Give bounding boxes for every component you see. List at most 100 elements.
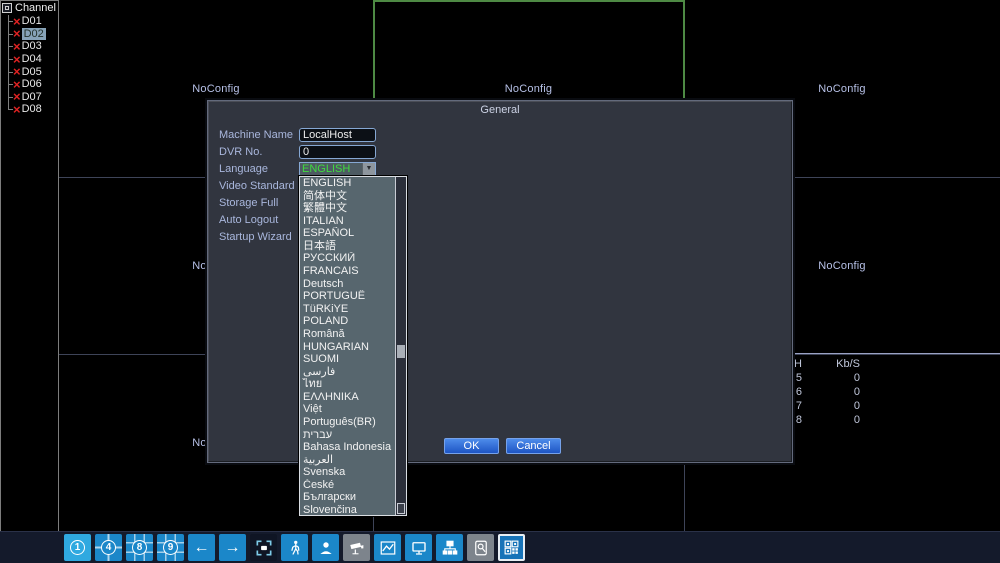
startup-wizard-label: Startup Wizard [219, 230, 292, 243]
view-4-button[interactable]: 4 [95, 534, 122, 561]
sidebar-item-d06[interactable]: × D06 [2, 78, 58, 91]
sidebar-item-d01[interactable]: × D01 [2, 15, 58, 28]
language-option[interactable]: עברית [300, 429, 395, 442]
channel-label: D04 [21, 53, 42, 66]
machine-name-label: Machine Name [219, 128, 293, 141]
language-option[interactable]: Български [300, 491, 395, 504]
prev-channel-button[interactable]: ← [188, 534, 215, 561]
view-9-icon: 9 [163, 540, 178, 555]
language-option[interactable]: ITALIAN [300, 215, 395, 228]
sidebar-item-d07[interactable]: × D07 [2, 89, 58, 105]
language-option[interactable]: ΕΛΛΗΝΙΚΑ [300, 391, 395, 404]
noconfig-label: NoConfig [504, 82, 553, 95]
channel-mosaic-button[interactable] [498, 534, 525, 561]
channel-tree: × D01 × D02 × D03 × D04 × D05 × D06 × D07 × D08 [2, 15, 58, 116]
language-option[interactable]: Việt [300, 403, 395, 416]
language-option[interactable]: SUOMI [300, 353, 395, 366]
language-option[interactable]: 简体中文 [300, 190, 395, 203]
arrow-left-icon: ← [193, 538, 210, 556]
dropdown-scrollbar[interactable] [395, 177, 406, 515]
language-option[interactable]: Bahasa Indonesia [300, 441, 395, 454]
language-option[interactable]: ไทย [300, 378, 395, 391]
disk-search-button[interactable] [467, 534, 494, 561]
channel-x-icon: × [13, 64, 21, 80]
view-9-button[interactable]: 9 [157, 534, 184, 561]
chart-icon [380, 540, 395, 555]
disk-search-icon [474, 540, 487, 555]
channel-x-icon: × [13, 89, 21, 105]
mosaic-grid-icon [504, 540, 519, 555]
language-option[interactable]: Slovenčina [300, 504, 395, 515]
language-option[interactable]: HUNGARIAN [300, 341, 395, 354]
language-option[interactable]: TüRKiYE [300, 303, 395, 316]
view-8-icon: 8 [132, 540, 147, 555]
scrollbar-thumb[interactable] [397, 345, 405, 358]
auto-logout-label: Auto Logout [219, 213, 279, 226]
language-option[interactable]: 日本語 [300, 240, 395, 253]
language-label: Language [219, 162, 268, 175]
channel-label: D01 [21, 15, 42, 28]
language-option[interactable]: Português(BR) [300, 416, 395, 429]
language-option[interactable]: РУССКИЙ [300, 252, 395, 265]
channel-label: D03 [21, 40, 42, 53]
channel-tree-root[interactable]: Channel [1, 1, 58, 15]
scrollbar-down-button[interactable] [397, 503, 405, 514]
next-channel-button[interactable]: → [219, 534, 246, 561]
view-4-icon: 4 [101, 540, 116, 555]
fullscreen-button[interactable] [250, 534, 277, 561]
language-option[interactable]: České [300, 479, 395, 492]
dvr-no-input[interactable] [299, 144, 376, 159]
video-standard-label: Video Standard [219, 179, 295, 192]
monitor-button[interactable] [405, 534, 432, 561]
ok-button[interactable]: OK [444, 438, 499, 454]
language-select[interactable]: ENGLISH ▼ [299, 161, 376, 176]
sidebar-item-d03[interactable]: × D03 [2, 40, 58, 53]
language-selected-value: ENGLISH [302, 162, 351, 175]
channel-label: D07 [21, 90, 42, 103]
channel-label: D06 [21, 78, 42, 91]
machine-name-input[interactable] [299, 127, 376, 142]
noconfig-label: NoConfig [192, 82, 240, 95]
dvr-no-label: DVR No. [219, 145, 263, 158]
language-option[interactable]: Deutsch [300, 278, 395, 291]
language-option[interactable]: FRANCAIS [300, 265, 395, 278]
sidebar-item-d02[interactable]: × D02 [2, 26, 58, 42]
ptz-camera-button[interactable] [343, 534, 370, 561]
channel-x-icon: × [13, 38, 21, 54]
channel-x-icon: × [13, 13, 21, 29]
channel-x-icon: × [13, 76, 21, 92]
language-option[interactable]: العربية [300, 454, 395, 467]
playback-chart-button[interactable] [374, 534, 401, 561]
language-option-list: ENGLISH 简体中文 繁體中文 ITALIAN ESPAÑOL 日本語 РУ… [300, 177, 395, 515]
channel-label: D05 [21, 65, 42, 78]
channel-sidebar: Channel × D01 × D02 × D03 × D04 × D05 × D06 × D… [0, 0, 59, 531]
noconfig-label: NoConfig [818, 259, 866, 272]
language-option[interactable]: POLAND [300, 315, 395, 328]
sidebar-item-d08[interactable]: × D08 [2, 103, 58, 116]
user-account-button[interactable] [312, 534, 339, 561]
cancel-button[interactable]: Cancel [506, 438, 561, 454]
view-1-button[interactable]: 1 [64, 534, 91, 561]
language-option[interactable]: ENGLISH [300, 177, 395, 190]
sidebar-item-d04[interactable]: × D04 [2, 53, 58, 66]
storage-full-label: Storage Full [219, 196, 279, 209]
fullscreen-icon [256, 540, 271, 555]
window-icon [2, 3, 12, 13]
motion-detect-button[interactable] [281, 534, 308, 561]
sidebar-item-d05[interactable]: × D05 [2, 65, 58, 78]
channel-label: D02 [21, 27, 46, 40]
view-8-button[interactable]: 8 [126, 534, 153, 561]
bottom-toolbar: 1 4 8 9 ← → [0, 531, 1000, 563]
channel-x-icon: × [13, 26, 21, 42]
language-option[interactable]: ESPAÑOL [300, 227, 395, 240]
language-option[interactable]: Svenska [300, 466, 395, 479]
language-option[interactable]: PORTUGUÊ [300, 290, 395, 303]
language-option[interactable]: Română [300, 328, 395, 341]
monitor-icon [411, 541, 426, 555]
dvr-main-screen: NoConfig NoConfig NoConfig NoConfig NoCo… [0, 0, 1000, 563]
chevron-down-icon[interactable]: ▼ [362, 162, 375, 175]
language-option[interactable]: فارسی [300, 366, 395, 379]
language-option[interactable]: 繁體中文 [300, 202, 395, 215]
channel-label: D08 [21, 103, 42, 116]
network-button[interactable] [436, 534, 463, 561]
